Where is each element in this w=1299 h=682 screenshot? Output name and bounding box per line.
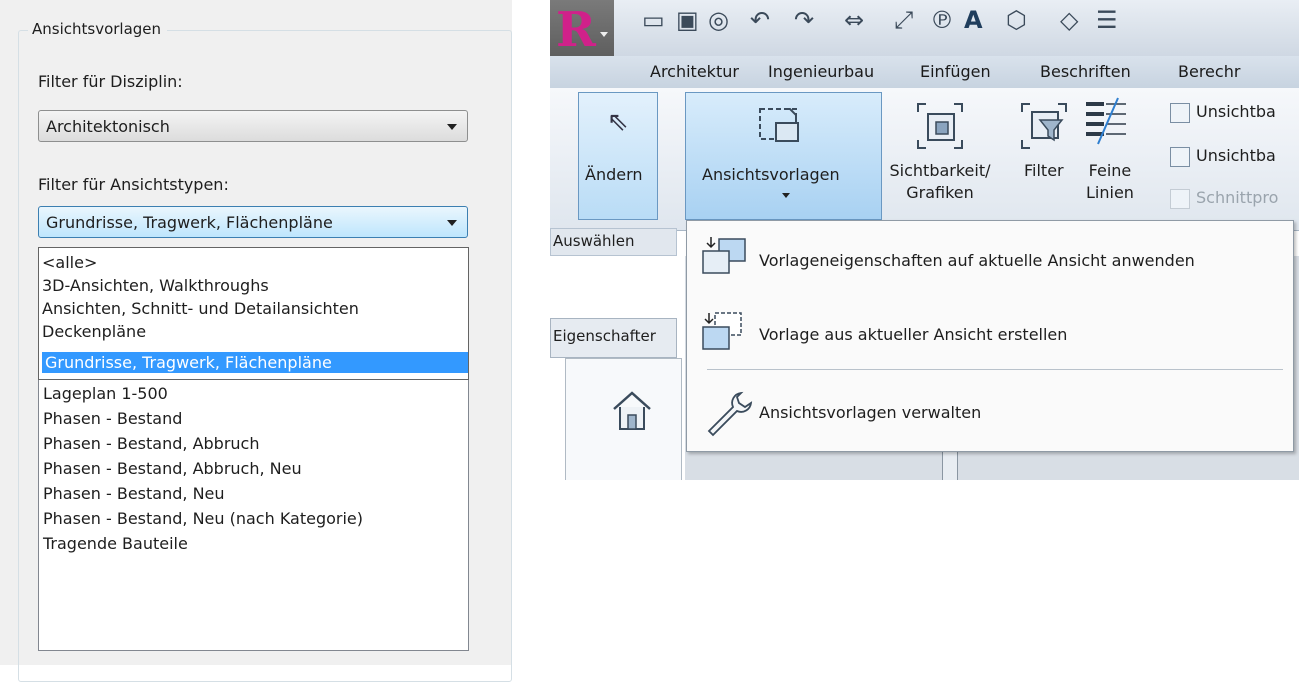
tab-beschriften[interactable]: Beschriften	[1040, 62, 1131, 81]
dropdown-option[interactable]: 3D-Ansichten, Walkthroughs	[42, 275, 269, 296]
list-item[interactable]: Phasen - Bestand, Neu	[43, 483, 225, 504]
quick-access-toolbar: ▭ ▣ ◎ ↶ ↷ ⇔ ⤢ ℗ A ⬡ ◇ ☰	[550, 0, 1299, 56]
properties-title: Eigenschafter	[553, 327, 656, 345]
discipline-filter-label: Filter für Disziplin:	[38, 72, 183, 91]
hide-category-button[interactable]: Unsichtba	[1170, 146, 1276, 167]
filter-icon	[1021, 103, 1067, 149]
visibility-graphics-button[interactable]: Sichtbarkeit/ Grafiken	[886, 160, 994, 204]
dimension-icon[interactable]: ⤢	[894, 6, 913, 34]
select-group-label[interactable]: Auswählen	[550, 228, 677, 256]
modify-button[interactable]: ⇖ Ändern	[578, 92, 658, 220]
properties-palette-header[interactable]: Eigenschafter	[550, 318, 677, 358]
filter-button[interactable]: Filter	[1024, 160, 1064, 182]
view-templates-menu: Vorlageneigenschaften auf aktuelle Ansic…	[686, 220, 1294, 452]
list-item[interactable]: Phasen - Bestand, Neu (nach Kategorie)	[43, 508, 363, 529]
undo-icon[interactable]: ↶	[750, 6, 770, 34]
thin-lines-button[interactable]: Feine Linien	[1086, 160, 1134, 204]
hide-element-button[interactable]: Unsichtba	[1170, 102, 1276, 123]
view-templates-label: Ansichtsvorlagen	[702, 165, 840, 184]
visibility-label-1: Sichtbarkeit/	[889, 161, 991, 180]
sync-icon[interactable]: ◎	[708, 6, 729, 34]
tab-architektur[interactable]: Architektur	[650, 62, 739, 81]
wrench-icon	[707, 391, 753, 437]
apply-template-item[interactable]: Vorlageneigenschaften auf aktuelle Ansic…	[687, 225, 1293, 295]
visibility-graphics-icon	[917, 103, 963, 149]
viewtype-dropdown-list[interactable]: <alle> 3D-Ansichten, Walkthroughs Ansich…	[38, 247, 469, 380]
manage-templates-label: Ansichtsvorlagen verwalten	[759, 403, 982, 422]
select-group-text: Auswählen	[553, 232, 635, 250]
view-template-icon	[759, 108, 799, 142]
open-folder-icon[interactable]: ▭	[642, 6, 665, 34]
group-title: Ansichtsvorlagen	[28, 20, 168, 38]
apply-template-label: Vorlageneigenschaften auf aktuelle Ansic…	[759, 251, 1195, 270]
dropdown-option[interactable]: <alle>	[42, 252, 97, 273]
section-profile-icon	[1170, 188, 1190, 209]
create-template-item[interactable]: Vorlage aus aktueller Ansicht erstellen	[687, 301, 1293, 371]
3d-view-icon[interactable]: ⬡	[1006, 6, 1027, 34]
create-template-label: Vorlage aus aktueller Ansicht erstellen	[759, 325, 1068, 344]
section-icon[interactable]: ◇	[1060, 6, 1078, 34]
viewtype-filter-label: Filter für Ansichtstypen:	[38, 175, 229, 194]
view-templates-dialog: Ansichtsvorlagen Filter für Disziplin: A…	[0, 0, 512, 682]
visibility-label-2: Grafiken	[906, 183, 974, 202]
dropdown-option[interactable]: Ansichten, Schnitt- und Detailansichten	[42, 298, 359, 319]
list-item[interactable]: Tragende Bauteile	[43, 533, 188, 554]
list-item[interactable]: Phasen - Bestand	[43, 408, 182, 429]
tag-icon[interactable]: ℗	[930, 6, 954, 34]
apply-template-icon	[702, 237, 746, 274]
tab-einfuegen[interactable]: Einfügen	[920, 62, 991, 81]
manage-templates-item[interactable]: Ansichtsvorlagen verwalten	[687, 379, 1293, 449]
hide-element-label: Unsichtba	[1196, 102, 1276, 121]
menu-separator	[707, 369, 1283, 370]
section-profile-label: Schnittpro	[1196, 188, 1279, 207]
modify-label: Ändern	[585, 165, 643, 184]
thin-lines-label-1: Feine	[1088, 161, 1132, 180]
viewtype-filter-value: Grundrisse, Tragwerk, Flächenpläne	[46, 213, 333, 232]
list-item[interactable]: Phasen - Bestand, Abbruch, Neu	[43, 458, 302, 479]
templates-list[interactable]: Lageplan 1-500 Phasen - Bestand Phasen -…	[38, 370, 469, 651]
house-icon	[613, 391, 651, 430]
chevron-down-icon	[600, 32, 608, 37]
thin-lines-label-2: Linien	[1086, 183, 1134, 202]
discipline-filter-combo[interactable]: Architektonisch	[38, 110, 468, 142]
redo-icon[interactable]: ↷	[794, 6, 814, 34]
cursor-arrow-icon: ⇖	[607, 107, 629, 137]
section-profile-button[interactable]: Schnittpro	[1170, 188, 1278, 209]
dropdown-option[interactable]: Deckenpläne	[42, 321, 146, 342]
list-item[interactable]: Phasen - Bestand, Abbruch	[43, 433, 259, 454]
thin-lines-icon	[1086, 97, 1126, 145]
chevron-down-icon	[782, 193, 790, 198]
chevron-down-icon	[447, 220, 457, 226]
save-icon[interactable]: ▣	[676, 6, 699, 34]
create-template-icon	[702, 312, 742, 350]
hide-category-label: Unsichtba	[1196, 146, 1276, 165]
text-tool-icon[interactable]: A	[964, 6, 983, 34]
viewtype-filter-combo[interactable]: Grundrisse, Tragwerk, Flächenpläne	[38, 206, 468, 238]
hide-category-icon	[1170, 146, 1190, 167]
revit-logo-icon: R	[556, 2, 596, 58]
measure-icon[interactable]: ⇔	[844, 6, 864, 34]
tab-berechnung[interactable]: Berechr	[1178, 62, 1240, 81]
discipline-filter-value: Architektonisch	[46, 117, 170, 136]
thin-lines-qat-icon[interactable]: ☰	[1096, 6, 1118, 34]
properties-palette	[565, 358, 682, 480]
ribbon-tabs: Architektur Ingenieurbau Einfügen Beschr…	[550, 56, 1299, 88]
list-item[interactable]: Lageplan 1-500	[43, 383, 168, 404]
tab-ingenieurbau[interactable]: Ingenieurbau	[768, 62, 874, 81]
hide-element-icon	[1170, 102, 1190, 123]
dropdown-option-selected[interactable]: Grundrisse, Tragwerk, Flächenpläne	[42, 352, 468, 373]
revit-window: ▭ ▣ ◎ ↶ ↷ ⇔ ⤢ ℗ A ⬡ ◇ ☰ R A Architektur …	[550, 0, 1299, 480]
chevron-down-icon	[447, 124, 457, 130]
view-templates-button[interactable]: Ansichtsvorlagen	[685, 92, 882, 220]
